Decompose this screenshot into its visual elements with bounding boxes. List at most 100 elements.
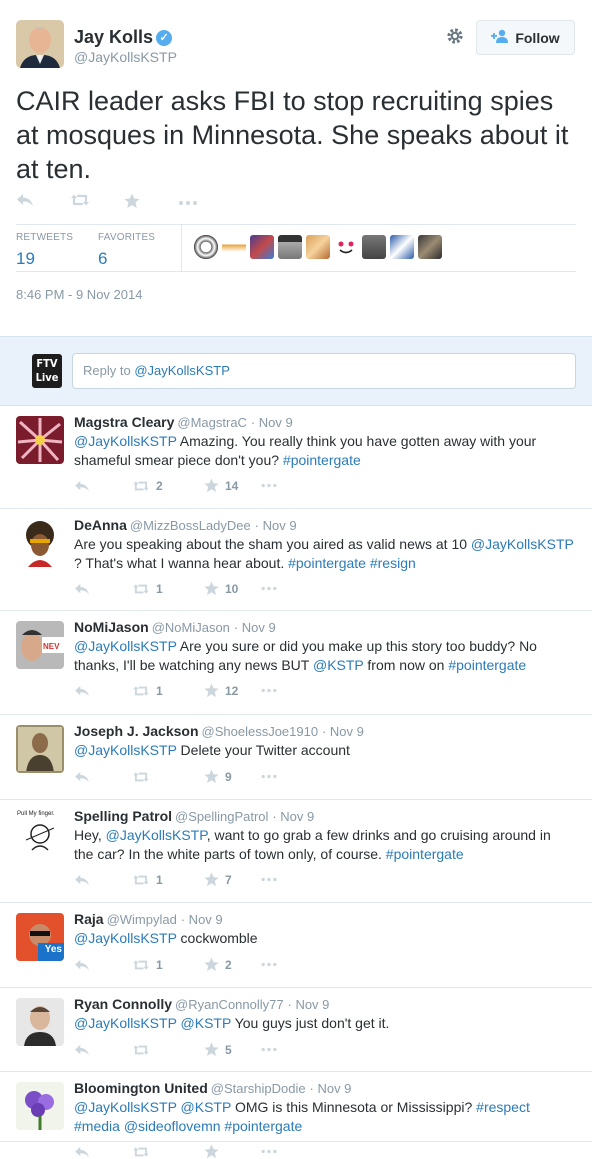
more-icon[interactable] [260,586,278,591]
reply-link[interactable]: @JayKollsKSTP [74,1099,177,1115]
follow-button[interactable]: Follow [476,20,575,55]
reply-date[interactable]: · Nov 9 [272,809,314,824]
retweet-icon[interactable]: 1 [132,873,204,887]
author-avatar[interactable] [16,20,64,68]
favoriter-avatar[interactable] [222,235,246,259]
favoriter-avatar[interactable] [194,235,218,259]
reply-author-name[interactable]: NoMiJason [74,619,149,635]
reply-icon[interactable] [74,685,132,697]
reply-author-handle[interactable]: @Wimpylad [107,912,177,927]
reply-item[interactable]: Bloomington United @StarshipDodie · Nov 9… [0,1072,592,1159]
reply-link[interactable]: #pointergate [283,452,361,468]
reply-link[interactable]: @JayKollsKSTP [74,433,177,449]
reply-author-handle[interactable]: @SpellingPatrol [175,809,268,824]
reply-avatar[interactable]: Pull My finger. [16,810,64,858]
reply-author-name[interactable]: DeAnna [74,517,127,533]
reply-item[interactable]: Ryan Connolly @RyanConnolly77 · Nov 9 @Jay… [0,988,592,1072]
reply-author-name[interactable]: Spelling Patrol [74,808,172,824]
reply-link[interactable]: #pointergate [288,555,366,571]
reply-link[interactable]: @KSTP [181,1015,232,1031]
reply-avatar[interactable] [16,725,64,773]
favorite-icon[interactable]: 5 [204,1042,260,1057]
reply-link[interactable]: @JayKollsKSTP [74,930,177,946]
more-icon[interactable] [260,1047,278,1052]
reply-icon[interactable] [74,1146,132,1158]
reply-date[interactable]: · Nov 9 [255,518,297,533]
reply-link[interactable]: #pointergate [448,657,526,673]
favoriter-avatar[interactable] [418,235,442,259]
reply-link[interactable]: #respect [476,1099,530,1115]
retweet-icon[interactable] [132,771,204,783]
reply-icon[interactable] [74,771,132,783]
retweet-icon[interactable]: 1 [132,684,204,698]
reply-link[interactable]: @JayKollsKSTP [74,638,177,654]
reply-avatar[interactable] [16,416,64,464]
reply-author-name[interactable]: Joseph J. Jackson [74,723,199,739]
reply-date[interactable]: · Nov 9 [181,912,223,927]
reply-icon[interactable] [74,874,132,886]
reply-link[interactable]: #pointergate [224,1118,302,1134]
tweet-timestamp[interactable]: 8:46 PM - 9 Nov 2014 [16,287,142,302]
reply-date[interactable]: · Nov 9 [251,415,293,430]
reply-avatar[interactable] [16,998,64,1046]
reply-avatar[interactable]: Yes [16,913,64,961]
more-icon[interactable] [260,483,278,488]
reply-author-name[interactable]: Raja [74,911,104,927]
reply-author-handle[interactable]: @ShoelessJoe1910 [202,724,319,739]
reply-link[interactable]: @JayKollsKSTP [74,1015,177,1031]
reply-date[interactable]: · Nov 9 [310,1081,352,1096]
favorites-stat[interactable]: FAVORITES 6 [98,232,155,269]
reply-link[interactable]: #resign [370,555,416,571]
reply-author-name[interactable]: Magstra Cleary [74,414,174,430]
reply-link[interactable]: @KSTP [313,657,364,673]
more-icon[interactable] [260,688,278,693]
retweet-icon[interactable]: 1 [132,958,204,972]
reply-date[interactable]: · Nov 9 [288,997,330,1012]
reply-link[interactable]: @JayKollsKSTP [471,536,574,552]
favoriter-avatar[interactable] [250,235,274,259]
reply-author-name[interactable]: Bloomington United [74,1080,208,1096]
reply-input[interactable]: Reply to @JayKollsKSTP [72,353,576,389]
favoriter-avatar[interactable] [334,235,358,259]
favorite-icon[interactable] [124,193,178,217]
reply-icon[interactable] [74,480,132,492]
retweet-icon[interactable]: 1 [132,582,204,596]
more-icon[interactable] [260,877,278,882]
reply-link[interactable]: @JayKollsKSTP [74,742,177,758]
more-icon[interactable] [260,962,278,967]
favorite-icon[interactable] [204,1144,260,1159]
reply-item[interactable]: Magstra Cleary @MagstraC · Nov 9 @JayKolls… [0,406,592,509]
more-icon[interactable] [260,1149,278,1154]
retweet-icon[interactable]: 2 [132,479,204,493]
reply-link[interactable]: #pointergate [386,846,464,862]
retweet-icon[interactable] [70,193,124,217]
reply-icon[interactable] [74,959,132,971]
reply-author-handle[interactable]: @NoMiJason [152,620,230,635]
reply-author-name[interactable]: Ryan Connolly [74,996,172,1012]
reply-icon[interactable] [16,193,70,217]
favorite-icon[interactable]: 9 [204,769,260,784]
reply-icon[interactable] [74,1044,132,1056]
more-icon[interactable] [178,193,232,217]
reply-link[interactable]: @JayKollsKSTP [106,827,207,843]
reply-item[interactable]: NEV NoMiJason @NoMiJason · Nov 9 @JayKollsK… [0,611,592,715]
favoriter-avatar[interactable] [278,235,302,259]
reply-date[interactable]: · Nov 9 [322,724,364,739]
favorite-icon[interactable]: 14 [204,478,260,493]
reply-item[interactable]: Pull My finger. Spelling Patrol @SpellingP… [0,800,592,903]
favorite-icon[interactable]: 2 [204,957,260,972]
favorite-icon[interactable]: 7 [204,872,260,887]
reply-date[interactable]: · Nov 9 [234,620,276,635]
reply-author-handle[interactable]: @StarshipDodie [211,1081,306,1096]
reply-author-handle[interactable]: @RyanConnolly77 [175,997,284,1012]
favoriter-avatar[interactable] [362,235,386,259]
retweets-stat[interactable]: RETWEETS 19 [16,232,73,269]
reply-item[interactable]: Joseph J. Jackson @ShoelessJoe1910 · Nov … [0,715,592,800]
author-name[interactable]: Jay Kolls ✓ [74,27,173,48]
reply-item[interactable]: Yes Raja @Wimpylad · Nov 9 @JayKollsKSTP co… [0,903,592,988]
retweet-icon[interactable] [132,1146,204,1158]
reply-link[interactable]: @sideoflovemn [124,1118,221,1134]
reply-author-handle[interactable]: @MagstraC [177,415,247,430]
gear-icon[interactable] [444,25,466,47]
favorite-icon[interactable]: 10 [204,581,260,596]
